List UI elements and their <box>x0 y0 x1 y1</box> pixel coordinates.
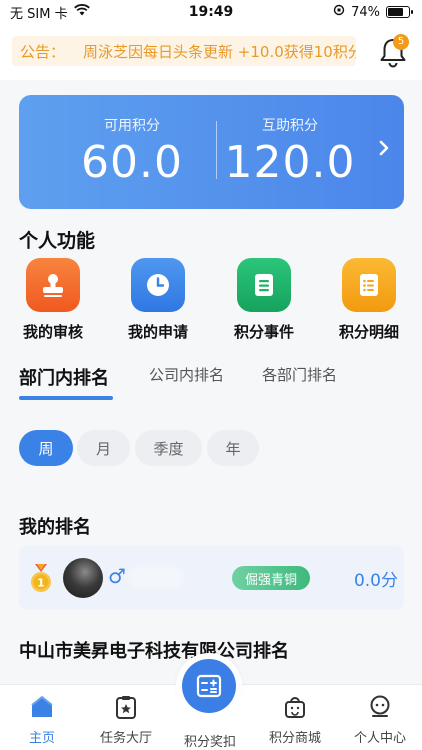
my-application-button[interactable]: 我的申请 <box>118 258 198 342</box>
points-card[interactable]: 可用积分 60.0 互助积分 120.0 <box>19 95 404 209</box>
my-score: 0.0分 <box>353 571 398 591</box>
nav-task-hall-label: 任务大厅 <box>99 731 152 746</box>
points-detail-label: 积分明细 <box>338 323 399 341</box>
chevron-right-icon[interactable] <box>377 135 391 165</box>
status-left: 无 SIM 卡 <box>10 3 90 22</box>
rank-level-badge: 倔强青铜 <box>232 566 310 590</box>
tab-active-indicator <box>19 396 113 400</box>
mutual-points: 互助积分 120.0 <box>215 95 365 209</box>
status-time: 19:49 <box>188 4 234 20</box>
my-application-label: 我的申请 <box>127 323 188 341</box>
battery-fill <box>388 8 403 16</box>
user-face-icon <box>366 693 394 721</box>
nav-task-hall[interactable]: 任务大厅 <box>84 693 168 746</box>
male-icon: ♂ <box>108 564 126 588</box>
points-detail-button[interactable]: 积分明细 <box>329 258 409 342</box>
medal-icon: 1 <box>29 564 53 592</box>
period-week-button[interactable]: 周 <box>19 430 73 466</box>
status-bar: 无 SIM 卡 19:49 74% <box>0 0 422 24</box>
clock-icon <box>131 258 185 312</box>
mutual-points-value: 120.0 <box>224 137 356 188</box>
notice-label: 公告： <box>20 42 66 61</box>
username-redacted <box>129 566 184 588</box>
points-events-button[interactable]: 积分事件 <box>224 258 304 342</box>
personal-functions-title: 个人功能 <box>19 230 96 252</box>
document-icon <box>237 258 291 312</box>
points-reward-fab[interactable] <box>176 653 242 719</box>
my-ranking-title: 我的排名 <box>19 517 91 538</box>
battery-percent: 74% <box>351 4 380 20</box>
calculator-icon <box>182 659 236 713</box>
available-points-label: 可用积分 <box>104 118 160 134</box>
period-quarter-button[interactable]: 季度 <box>135 430 202 466</box>
nav-home-label: 主页 <box>28 731 55 746</box>
nav-home[interactable]: 主页 <box>0 693 84 746</box>
period-year-button[interactable]: 年 <box>207 430 259 466</box>
list-icon <box>342 258 396 312</box>
shopping-bag-icon <box>281 693 309 721</box>
stamp-icon <box>26 258 80 312</box>
nav-points-reward-label: 积分奖扣 <box>183 735 236 750</box>
mutual-points-label: 互助积分 <box>262 118 318 134</box>
nav-personal-center-label: 个人中心 <box>353 731 406 746</box>
notification-bell-button[interactable]: 5 <box>378 34 410 68</box>
nav-personal-center[interactable]: 个人中心 <box>338 693 422 746</box>
task-star-icon <box>112 693 140 721</box>
my-review-label: 我的审核 <box>22 323 83 341</box>
period-month-button[interactable]: 月 <box>77 430 130 466</box>
home-icon <box>28 693 56 721</box>
company-ranking-title: 中山市美昇电子科技有限公司排名 <box>19 641 289 662</box>
tab-all-departments-ranking[interactable]: 各部门排名 <box>262 364 337 385</box>
notice-row: 公告： 周泳芝因每日头条更新 +10.0获得10积分 5 <box>0 24 422 80</box>
notice-text: 周泳芝因每日头条更新 +10.0获得10积分 <box>83 42 356 61</box>
points-events-label: 积分事件 <box>233 323 294 341</box>
available-points-value: 60.0 <box>81 137 183 188</box>
my-review-button[interactable]: 我的审核 <box>13 258 93 342</box>
avatar <box>63 558 103 598</box>
tab-company-ranking[interactable]: 公司内排名 <box>149 364 224 385</box>
notification-badge: 5 <box>393 34 409 50</box>
notice-bar[interactable]: 公告： 周泳芝因每日头条更新 +10.0获得10积分 <box>12 36 356 66</box>
orientation-lock-icon <box>333 4 345 20</box>
status-right: 74% <box>333 4 413 20</box>
battery-icon <box>386 6 413 18</box>
wifi-icon <box>73 4 90 20</box>
svg-text:1: 1 <box>37 577 45 590</box>
nav-points-mall[interactable]: 积分商城 <box>253 693 337 746</box>
carrier-text: 无 SIM 卡 <box>10 6 68 22</box>
bell-icon <box>378 39 408 72</box>
my-ranking-card[interactable]: 1 ♂ 倔强青铜 0.0分 <box>19 546 404 610</box>
nav-points-mall-label: 积分商城 <box>268 731 321 746</box>
available-points: 可用积分 60.0 <box>57 95 207 209</box>
tab-department-ranking[interactable]: 部门内排名 <box>19 364 109 390</box>
